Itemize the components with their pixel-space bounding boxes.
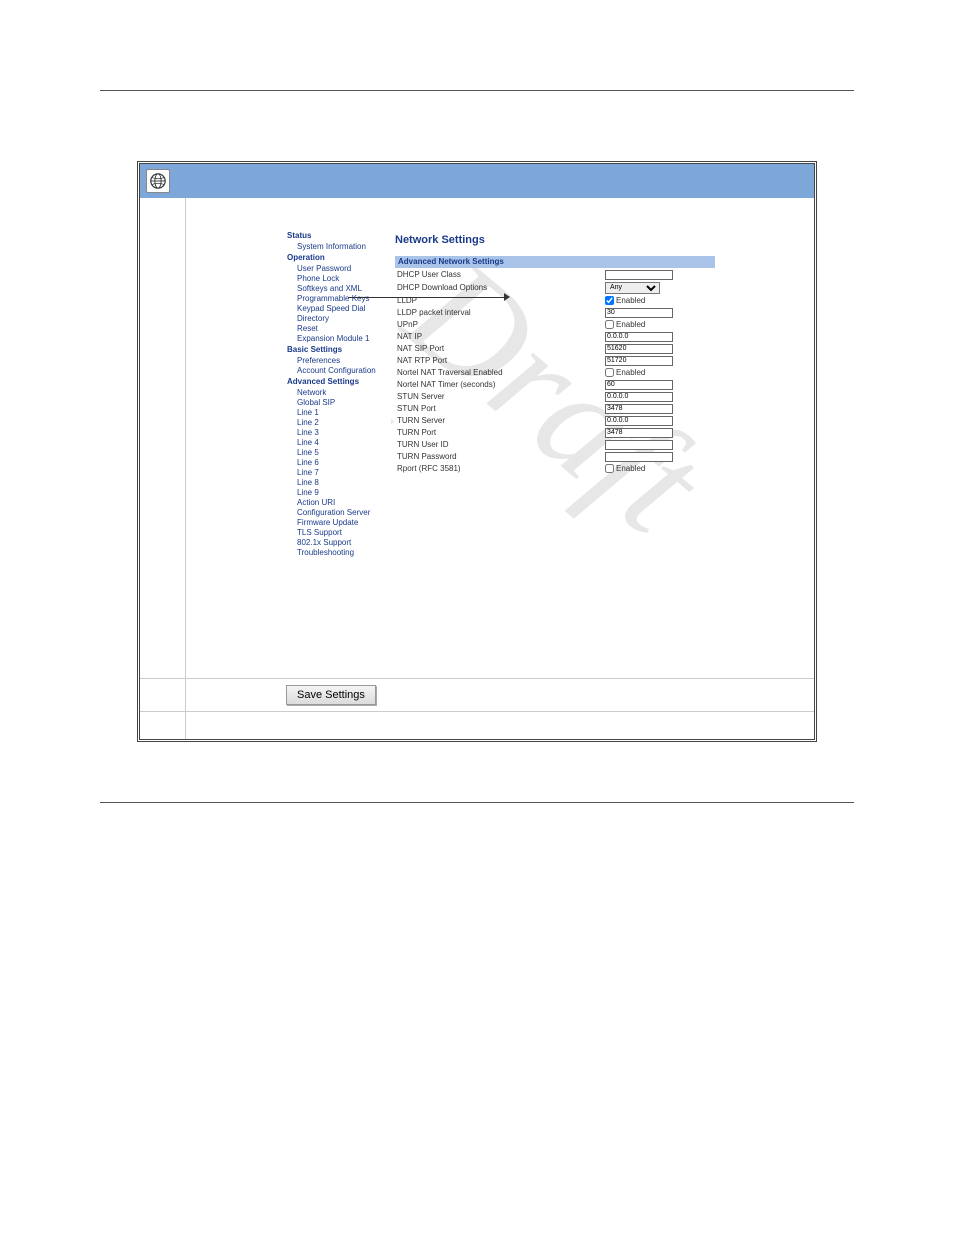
checkbox-input[interactable] [605, 464, 614, 473]
field-label: TURN Server [395, 416, 605, 426]
field-row: Rport (RFC 3581) Enabled [395, 463, 715, 475]
field-label: TURN User ID [395, 440, 605, 450]
field-row: NAT IP [395, 331, 715, 343]
field-label: DHCP Download Options [395, 283, 605, 293]
select-input[interactable]: Any [605, 282, 660, 294]
nav-section-header: Advanced Settings [287, 376, 389, 388]
text-input[interactable] [605, 308, 673, 318]
nav-link[interactable]: Line 8 [287, 478, 389, 488]
nav-link[interactable]: Firmware Update [287, 518, 389, 528]
field-label: Nortel NAT Timer (seconds) [395, 380, 605, 390]
nav-link[interactable]: Directory [287, 314, 389, 324]
nav-link[interactable]: Troubleshooting [287, 548, 389, 558]
nav-link[interactable]: Network [287, 388, 389, 398]
nav-link[interactable]: Preferences [287, 356, 389, 366]
banner-bar [140, 164, 814, 198]
field-row: TURN Server [395, 415, 715, 427]
nav-link[interactable]: Line 5 [287, 448, 389, 458]
arrow-head-icon [504, 293, 510, 301]
page-title: Network Settings [395, 228, 715, 256]
field-label: UPnP [395, 320, 605, 330]
field-row: STUN Server [395, 391, 715, 403]
nav-link[interactable]: TLS Support [287, 528, 389, 538]
field-row: TURN Password [395, 451, 715, 463]
web-ui-frame: Draft 1 StatusSystem InformationOperatio… [137, 161, 817, 742]
nav-link[interactable]: Expansion Module 1 [287, 334, 389, 344]
field-row: STUN Port [395, 403, 715, 415]
text-input[interactable] [605, 344, 673, 354]
field-row: DHCP Download OptionsAny [395, 281, 715, 295]
field-row: NAT SIP Port [395, 343, 715, 355]
field-label: TURN Port [395, 428, 605, 438]
save-settings-button[interactable]: Save Settings [286, 685, 376, 705]
nav-link[interactable]: Account Configuration [287, 366, 389, 376]
field-label: NAT RTP Port [395, 356, 605, 366]
field-label: Nortel NAT Traversal Enabled [395, 368, 605, 378]
nav-link[interactable]: User Password [287, 264, 389, 274]
text-input[interactable] [605, 404, 673, 414]
checkbox-label: Enabled [616, 368, 645, 378]
text-input[interactable] [605, 380, 673, 390]
field-row: Nortel NAT Traversal Enabled Enabled [395, 367, 715, 379]
nav-section-header: Basic Settings [287, 344, 389, 356]
field-row: TURN Port [395, 427, 715, 439]
text-input[interactable] [605, 428, 673, 438]
checkbox-input[interactable] [605, 296, 614, 305]
text-input[interactable] [605, 452, 673, 462]
field-label: NAT SIP Port [395, 344, 605, 354]
nav-link[interactable]: Line 7 [287, 468, 389, 478]
nav-link[interactable]: Line 2 [287, 418, 389, 428]
checkbox-label: Enabled [616, 464, 645, 474]
nav-link[interactable]: Line 1 [287, 408, 389, 418]
checkbox-input[interactable] [605, 320, 614, 329]
nav-link[interactable]: Action URI [287, 498, 389, 508]
nav-link[interactable]: Configuration Server [287, 508, 389, 518]
section-header: Advanced Network Settings [395, 256, 715, 268]
nav-section-header: Status [287, 230, 389, 242]
text-input[interactable] [605, 356, 673, 366]
field-row: Nortel NAT Timer (seconds) [395, 379, 715, 391]
nav-link[interactable]: System Information [287, 242, 389, 252]
field-row: NAT RTP Port [395, 355, 715, 367]
field-row: UPnP Enabled [395, 319, 715, 331]
nav-link[interactable]: Reset [287, 324, 389, 334]
nav-section-header: Operation [287, 252, 389, 264]
field-label: TURN Password [395, 452, 605, 462]
field-label: NAT IP [395, 332, 605, 342]
nav-link[interactable]: 802.1x Support [287, 538, 389, 548]
checkbox-label: Enabled [616, 296, 645, 306]
nav-link[interactable]: Line 9 [287, 488, 389, 498]
field-label: Rport (RFC 3581) [395, 464, 605, 474]
left-gutter [140, 198, 186, 678]
nav-link[interactable]: Softkeys and XML [287, 284, 389, 294]
field-label: STUN Server [395, 392, 605, 402]
globe-icon [146, 169, 170, 193]
field-row: TURN User ID [395, 439, 715, 451]
field-label: STUN Port [395, 404, 605, 414]
field-label: LLDP packet interval [395, 308, 605, 318]
nav-link[interactable]: Global SIP [287, 398, 389, 408]
nav-link[interactable]: Line 6 [287, 458, 389, 468]
field-row: LLDP packet interval [395, 307, 715, 319]
text-input[interactable] [605, 270, 673, 280]
checkbox-input[interactable] [605, 368, 614, 377]
arrow-pointer [348, 297, 506, 298]
checkbox-label: Enabled [616, 320, 645, 330]
config-panel: StatusSystem InformationOperationUser Pa… [285, 228, 715, 560]
nav-link[interactable]: Phone Lock [287, 274, 389, 284]
nav-link[interactable]: Programmable Keys [287, 294, 389, 304]
main-panel: Network Settings Advanced Network Settin… [391, 228, 715, 560]
text-input[interactable] [605, 416, 673, 426]
field-label: DHCP User Class [395, 270, 605, 280]
nav-link[interactable]: Line 3 [287, 428, 389, 438]
text-input[interactable] [605, 332, 673, 342]
nav-link[interactable]: Keypad Speed Dial [287, 304, 389, 314]
sidebar-nav: StatusSystem InformationOperationUser Pa… [285, 228, 391, 560]
text-input[interactable] [605, 392, 673, 402]
text-input[interactable] [605, 440, 673, 450]
nav-link[interactable]: Line 4 [287, 438, 389, 448]
field-row: DHCP User Class [395, 269, 715, 281]
